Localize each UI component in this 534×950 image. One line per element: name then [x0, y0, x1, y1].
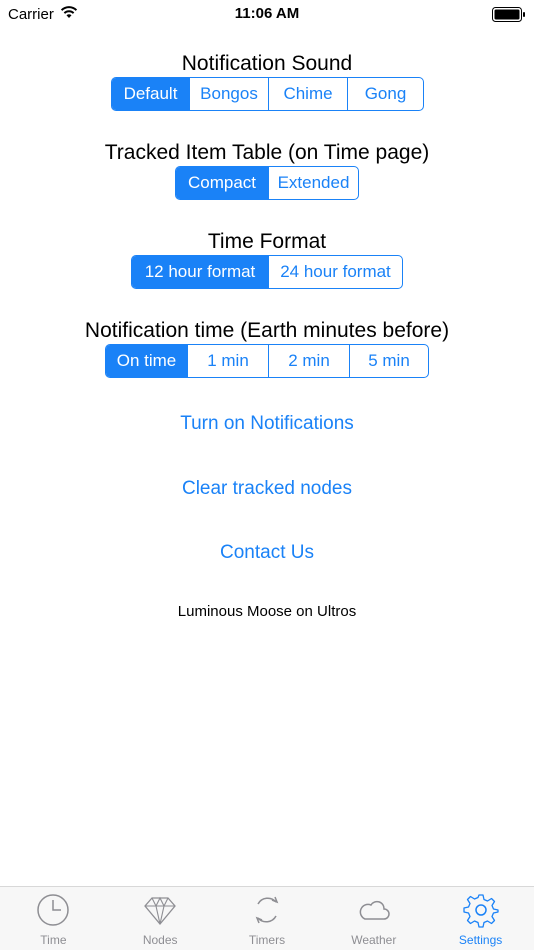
contact-us-button[interactable]: Contact Us [0, 542, 534, 564]
notification-time-title: Notification time (Earth minutes before) [84, 319, 450, 342]
tab-nodes-label: Nodes [142, 933, 178, 947]
turn-on-notifications-button[interactable]: Turn on Notifications [0, 413, 534, 435]
refresh-icon [249, 892, 285, 933]
tracked-item-table-title: Tracked Item Table (on Time page) [104, 141, 430, 164]
table-option-extended[interactable]: Extended [268, 167, 358, 199]
tab-settings-label: Settings [458, 933, 503, 947]
clock-icon [35, 892, 71, 933]
notify-option-on-time[interactable]: On time [106, 345, 187, 377]
status-time: 11:06 AM [234, 5, 300, 22]
time-format-control[interactable]: 12 hour format 24 hour format [131, 255, 403, 289]
table-option-compact[interactable]: Compact [176, 167, 268, 199]
tab-settings[interactable]: Settings [427, 887, 534, 950]
notification-time-control[interactable]: On time 1 min 2 min 5 min [105, 344, 429, 378]
tab-time-label: Time [40, 933, 67, 947]
tab-nodes[interactable]: Nodes [107, 887, 214, 950]
notification-sound-title: Notification Sound [181, 52, 353, 75]
sound-option-default[interactable]: Default [112, 78, 189, 110]
tab-bar: Time Nodes Timers Weather Settings [0, 886, 534, 950]
clear-tracked-nodes-button[interactable]: Clear tracked nodes [0, 478, 534, 500]
notify-option-2-min[interactable]: 2 min [268, 345, 349, 377]
sound-option-gong[interactable]: Gong [347, 78, 423, 110]
time-option-12-hour[interactable]: 12 hour format [132, 256, 268, 288]
status-bar: Carrier 11:06 AM [0, 0, 534, 28]
tab-weather[interactable]: Weather [320, 887, 427, 950]
footnote-text: Luminous Moose on Ultros [177, 603, 357, 620]
notification-sound-control[interactable]: Default Bongos Chime Gong [111, 77, 424, 111]
notify-option-1-min[interactable]: 1 min [187, 345, 268, 377]
cloud-icon [356, 892, 392, 933]
tab-timers-label: Timers [248, 933, 286, 947]
gem-icon [142, 892, 178, 933]
battery-icon [492, 7, 526, 22]
notify-option-5-min[interactable]: 5 min [349, 345, 428, 377]
tab-time[interactable]: Time [0, 887, 107, 950]
time-option-24-hour[interactable]: 24 hour format [268, 256, 402, 288]
sound-option-bongos[interactable]: Bongos [189, 78, 268, 110]
sound-option-chime[interactable]: Chime [268, 78, 347, 110]
tab-weather-label: Weather [351, 933, 397, 947]
tracked-item-table-control[interactable]: Compact Extended [175, 166, 359, 200]
gear-icon [462, 892, 499, 933]
tab-timers[interactable]: Timers [214, 887, 321, 950]
time-format-title: Time Format [207, 230, 327, 253]
